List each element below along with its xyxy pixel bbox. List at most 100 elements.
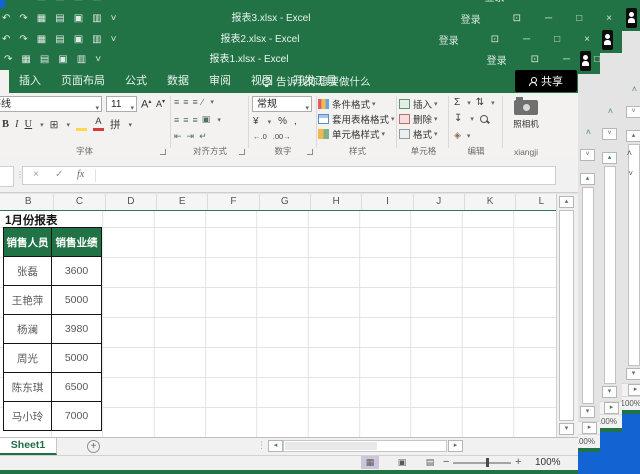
toolbar-icon[interactable]: ↷ — [4, 54, 12, 65]
borders-icon[interactable]: ⊞ — [50, 119, 59, 131]
table-cell[interactable]: 王艳萍 — [3, 285, 52, 315]
cancel-icon[interactable]: × — [33, 169, 39, 180]
chevron-down-icon[interactable]: ▾ — [210, 98, 214, 106]
find-select-icon[interactable] — [480, 115, 488, 123]
column-headers[interactable]: BCDEFGHIJKL — [0, 194, 556, 211]
scroll-left-icon[interactable]: ◂ — [268, 440, 283, 452]
font-name-combo[interactable]: 等线 ▾ — [0, 96, 102, 112]
data-table[interactable]: 销售人员销售业绩张磊3600王艳萍5000杨澜3980周光5000陈东琪6500… — [3, 227, 102, 431]
table-header-cell[interactable]: 销售业绩 — [51, 227, 102, 257]
name-box[interactable] — [0, 166, 14, 187]
scroll-up-icon[interactable]: ▴ — [559, 196, 574, 208]
table-cell[interactable]: 周光 — [3, 343, 52, 373]
accounting-format-icon[interactable]: ¥ — [253, 116, 259, 127]
toolbar-icon[interactable]: ▥ — [77, 54, 86, 65]
table-cell[interactable]: 7000 — [51, 401, 102, 431]
column-header-D[interactable]: D — [106, 194, 157, 210]
font-size-combo[interactable]: 11 ▾ — [106, 96, 137, 112]
toolbar-icon[interactable]: ˅ — [95, 54, 101, 65]
font-color-icon[interactable]: A — [93, 118, 104, 131]
normal-view-button[interactable]: ▦ — [361, 456, 379, 469]
tab-splitter-icon[interactable]: ⋮ — [257, 440, 266, 451]
align-top-icon[interactable]: ≡ — [174, 97, 178, 107]
scroll-right-icon[interactable]: ▸ — [448, 440, 463, 452]
merge-center-icon[interactable]: ▣ — [202, 114, 211, 125]
ribbon-tab-审阅[interactable]: 审阅 — [199, 70, 241, 93]
grow-font-icon[interactable]: A▴ — [141, 98, 151, 111]
column-header-H[interactable]: H — [311, 194, 362, 210]
close-icon[interactable]: × — [624, 54, 630, 65]
wrap-text-icon[interactable]: ↵ — [199, 131, 207, 142]
chevron-down-icon[interactable]: ▾ — [467, 99, 471, 107]
phonetic-icon[interactable]: 拼 — [110, 117, 121, 132]
ribbon-tab-公式[interactable]: 公式 — [115, 70, 157, 93]
table-cell[interactable]: 5000 — [51, 343, 102, 373]
column-header-G[interactable]: G — [260, 194, 311, 210]
toolbar-icon[interactable]: ▣ — [58, 54, 67, 65]
column-header-E[interactable]: E — [157, 194, 208, 210]
increase-indent-icon[interactable]: ⇥ — [187, 131, 195, 142]
chevron-down-icon[interactable]: ▾ — [128, 121, 132, 129]
formula-input[interactable]: × ✓ fx — [22, 166, 556, 185]
fill-icon[interactable]: ↧ — [454, 113, 462, 124]
number-format-combo[interactable]: 常规 ▾ — [252, 96, 312, 112]
toolbar-icon[interactable]: ▦ — [21, 54, 30, 65]
autosum-icon[interactable]: Σ — [454, 97, 460, 108]
zoom-slider-handle[interactable] — [486, 458, 489, 467]
fill-color-icon[interactable] — [76, 118, 87, 131]
camera-button-label[interactable]: 照相机 — [504, 118, 548, 130]
menu-item-单元格样式[interactable]: 单元格样式▾ — [318, 126, 397, 141]
chevron-down-icon[interactable]: ▾ — [491, 99, 495, 107]
bold-icon[interactable]: B — [2, 119, 9, 130]
camera-icon[interactable] — [514, 100, 538, 115]
sign-in-button[interactable]: 登录 — [487, 52, 507, 67]
orientation-icon[interactable]: ∕ — [202, 97, 204, 107]
column-header-C[interactable]: C — [54, 194, 105, 210]
horizontal-scroll-thumb[interactable] — [285, 442, 377, 450]
menu-item-套用表格格式[interactable]: 套用表格格式▾ — [318, 111, 397, 126]
chevron-down-icon[interactable]: ▾ — [467, 132, 471, 140]
align-middle-icon[interactable]: ≡ — [183, 97, 187, 107]
quick-access-toolbar[interactable]: ↷▦▤▣▥˅ — [4, 49, 101, 70]
ribbon-tab-数据[interactable]: 数据 — [157, 70, 199, 93]
fx-icon[interactable]: fx — [77, 169, 84, 180]
zoom-slider[interactable] — [453, 462, 511, 464]
column-header-J[interactable]: J — [414, 194, 465, 210]
ribbon-tab-插入[interactable]: 插入 — [9, 70, 51, 93]
table-cell[interactable]: 3980 — [51, 314, 102, 344]
chevron-down-icon[interactable]: ▾ — [217, 116, 221, 124]
zoom-in-button[interactable]: + — [515, 456, 521, 468]
column-header-K[interactable]: K — [465, 194, 516, 210]
page-break-view-button[interactable]: ▤ — [421, 456, 439, 469]
share-button[interactable]: 共享 — [515, 70, 577, 92]
table-header-cell[interactable]: 销售人员 — [3, 227, 52, 257]
tell-me-box[interactable]: 告诉我你想要做什么 — [262, 70, 371, 93]
menu-item-条件格式[interactable]: 条件格式▾ — [318, 96, 397, 111]
restore-icon[interactable]: □ — [594, 54, 600, 65]
dialog-launcher-icon[interactable] — [307, 149, 313, 155]
align-right-icon[interactable]: ≡ — [193, 115, 197, 125]
sheet-tab-active[interactable]: Sheet1 — [0, 438, 57, 455]
chevron-down-icon[interactable]: ▾ — [66, 121, 70, 129]
align-bottom-icon[interactable]: ≡ — [193, 97, 197, 107]
minimize-icon[interactable]: ─ — [563, 54, 570, 65]
scroll-down-icon[interactable]: ▾ — [559, 423, 574, 435]
column-header-F[interactable]: F — [208, 194, 259, 210]
zoom-level[interactable]: 100% — [535, 457, 561, 468]
chevron-down-icon[interactable]: ▾ — [268, 118, 272, 126]
decrease-indent-icon[interactable]: ⇤ — [174, 131, 182, 142]
italic-icon[interactable]: I — [15, 119, 19, 130]
comma-style-icon[interactable]: , — [294, 116, 297, 127]
column-header-B[interactable]: B — [3, 194, 54, 210]
underline-icon[interactable]: U — [25, 119, 33, 130]
increase-decimal-icon[interactable]: ←.0 — [253, 132, 267, 141]
chevron-down-icon[interactable]: ▾ — [40, 121, 44, 129]
table-cell[interactable]: 陈东琪 — [3, 372, 52, 402]
table-cell[interactable]: 张磊 — [3, 256, 52, 286]
align-left-icon[interactable]: ≡ — [174, 115, 178, 125]
sort-filter-icon[interactable]: ⇅ — [476, 97, 484, 108]
menu-item-插入[interactable]: 插入▾ — [399, 96, 448, 111]
decrease-decimal-icon[interactable]: .00→ — [273, 132, 291, 141]
expand-formula-bar-icon[interactable]: ˅ — [628, 169, 633, 178]
menu-item-格式[interactable]: 格式▾ — [399, 126, 448, 141]
